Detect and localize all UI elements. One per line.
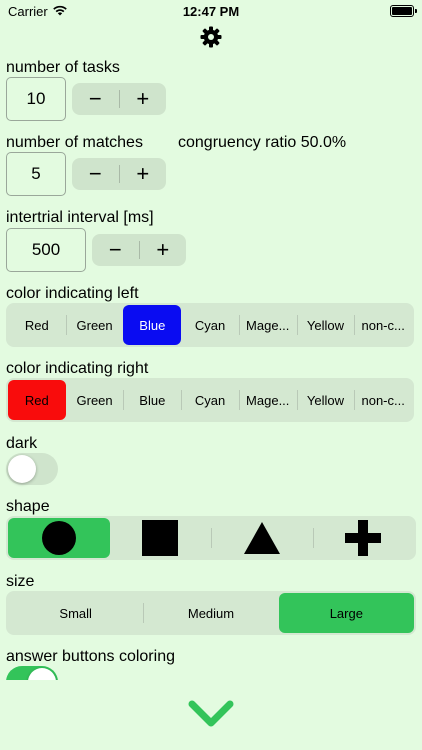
size-option-small[interactable]: Small	[8, 593, 143, 633]
cross-icon	[345, 520, 382, 556]
left-color-green[interactable]: Green	[65, 305, 124, 345]
right-color-blue[interactable]: Blue	[123, 380, 181, 420]
size-option-medium[interactable]: Medium	[143, 593, 278, 633]
dark-label: dark	[6, 435, 38, 452]
interval-input[interactable]: 500	[6, 228, 86, 272]
matches-stepper: − +	[72, 158, 166, 190]
shape-label: shape	[6, 498, 50, 515]
right-color-red[interactable]: Red	[8, 380, 66, 420]
dark-toggle[interactable]	[6, 453, 58, 485]
left-color-blue[interactable]: Blue	[123, 305, 182, 345]
tasks-label: number of tasks	[6, 59, 120, 76]
interval-decrement-button[interactable]: −	[92, 234, 139, 266]
left-color-red[interactable]: Red	[8, 305, 66, 345]
battery-icon	[390, 5, 417, 17]
shape-option-triangle[interactable]	[211, 518, 313, 558]
matches-label: number of matches	[6, 134, 143, 151]
tasks-increment-button[interactable]: +	[120, 83, 167, 115]
right-color-picker: Red Green Blue Cyan Mage... Yellow non-c…	[6, 378, 414, 422]
matches-decrement-button[interactable]: −	[72, 158, 119, 190]
tasks-stepper: − +	[72, 83, 166, 115]
gear-icon[interactable]	[199, 25, 223, 49]
matches-increment-button[interactable]: +	[120, 158, 167, 190]
left-color-picker: Red Green Blue Cyan Mage... Yellow non-c…	[6, 303, 414, 347]
square-icon	[142, 520, 179, 556]
right-color-yellow[interactable]: Yellow	[296, 380, 355, 420]
shape-option-circle[interactable]	[8, 518, 110, 558]
size-label: size	[6, 573, 35, 590]
tasks-decrement-button[interactable]: −	[72, 83, 119, 115]
left-color-non-color[interactable]: non-c...	[354, 305, 412, 345]
left-color-cyan[interactable]: Cyan	[181, 305, 239, 345]
left-color-label: color indicating left	[6, 285, 139, 302]
chevron-down-icon[interactable]	[186, 694, 236, 734]
status-bar: Carrier 12:47 PM	[0, 0, 422, 24]
interval-increment-button[interactable]: +	[140, 234, 187, 266]
answer-coloring-label: answer buttons coloring	[6, 648, 175, 665]
right-color-label: color indicating right	[6, 360, 149, 377]
triangle-icon	[243, 522, 280, 554]
shape-option-square[interactable]	[110, 518, 212, 558]
answer-coloring-toggle[interactable]	[6, 666, 58, 680]
size-option-large[interactable]: Large	[278, 593, 414, 633]
circle-icon	[41, 521, 76, 555]
right-color-non-color[interactable]: non-c...	[354, 380, 412, 420]
interval-stepper: − +	[92, 234, 186, 266]
congruency-ratio: congruency ratio 50.0%	[178, 134, 347, 151]
right-color-magenta[interactable]: Mage...	[238, 380, 297, 420]
interval-label: intertrial interval [ms]	[6, 209, 154, 226]
left-color-yellow[interactable]: Yellow	[296, 305, 355, 345]
shape-picker	[6, 516, 416, 560]
toggle-knob	[28, 668, 56, 680]
tasks-input[interactable]: 10	[6, 77, 66, 121]
right-color-green[interactable]: Green	[66, 380, 124, 420]
matches-input[interactable]: 5	[6, 152, 66, 196]
shape-option-cross[interactable]	[312, 518, 415, 558]
size-picker: Small Medium Large	[6, 591, 416, 635]
answer-coloring-toggle-clip	[6, 666, 58, 680]
right-color-cyan[interactable]: Cyan	[181, 380, 239, 420]
left-color-magenta[interactable]: Mage...	[238, 305, 297, 345]
clock: 12:47 PM	[182, 4, 240, 19]
toggle-knob	[8, 455, 36, 483]
